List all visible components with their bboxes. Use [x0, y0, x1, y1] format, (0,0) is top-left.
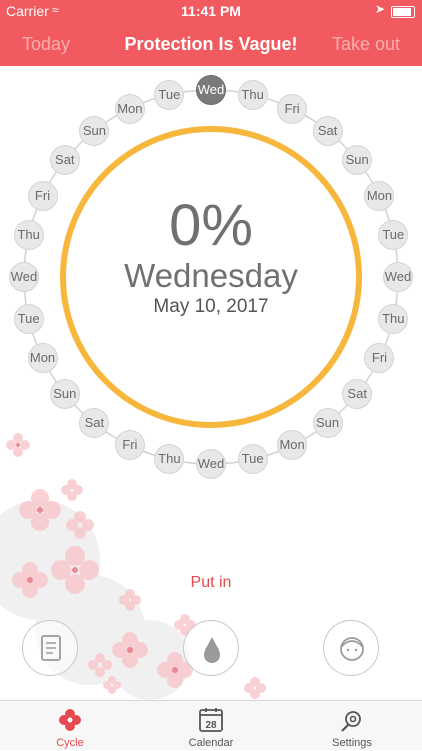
tab-cycle[interactable]: Cycle: [0, 701, 140, 751]
ring-day-13[interactable]: Tue: [237, 444, 268, 475]
ring-day-2[interactable]: Fri: [277, 93, 308, 124]
location-icon: ➤: [375, 2, 386, 16]
tab-cycle-label: Cycle: [56, 737, 84, 749]
ring-day-26[interactable]: Mon: [114, 93, 145, 124]
protection-percent: 0%: [169, 193, 253, 258]
ring-day-19[interactable]: Mon: [27, 343, 58, 374]
document-icon: [41, 635, 61, 661]
current-date: May 10, 2017: [153, 296, 269, 317]
ring-day-10[interactable]: Sat: [342, 378, 373, 409]
tab-calendar-label: Calendar: [188, 737, 234, 749]
ring-day-11[interactable]: Sun: [312, 408, 343, 439]
ring-day-1[interactable]: Thu: [237, 79, 268, 110]
drop-icon: [204, 637, 220, 663]
tab-settings-label: Settings: [332, 737, 372, 749]
settings-icon: [341, 711, 361, 732]
calendar-icon: 28: [199, 708, 223, 732]
clock: 11:41 PM: [181, 3, 241, 19]
put-in-button[interactable]: [183, 620, 239, 676]
ring-day-24[interactable]: Sat: [49, 145, 80, 176]
calendar-day-number: 28: [205, 720, 217, 731]
header: Carrier ≈ 11:41 PM ➤ Today Protection Is…: [0, 0, 422, 66]
ring-day-27[interactable]: Tue: [154, 79, 185, 110]
put-in-label: Put in: [190, 574, 232, 591]
battery-icon: [391, 6, 415, 18]
ring-day-25[interactable]: Sun: [79, 115, 110, 146]
nav-bar: Today Protection Is Vague! Take out: [0, 24, 422, 64]
tab-settings[interactable]: Settings: [282, 701, 422, 751]
profile-button[interactable]: [323, 620, 379, 676]
tab-calendar[interactable]: 28 Calendar: [141, 701, 281, 751]
ring-day-0[interactable]: Wed: [196, 75, 226, 105]
tab-bar: Cycle 28 Calendar Settings: [0, 700, 422, 750]
status-bar: Carrier ≈ 11:41 PM ➤: [0, 0, 422, 22]
current-day-name: Wednesday: [124, 257, 298, 294]
ring-day-18[interactable]: Sun: [49, 378, 80, 409]
notes-button[interactable]: [22, 620, 78, 676]
take-out-button[interactable]: Take out: [332, 34, 400, 55]
ring-day-14[interactable]: Wed: [196, 449, 226, 479]
ring-day-3[interactable]: Sat: [312, 115, 343, 146]
flower-icon: [59, 709, 81, 731]
face-icon: [340, 637, 364, 661]
